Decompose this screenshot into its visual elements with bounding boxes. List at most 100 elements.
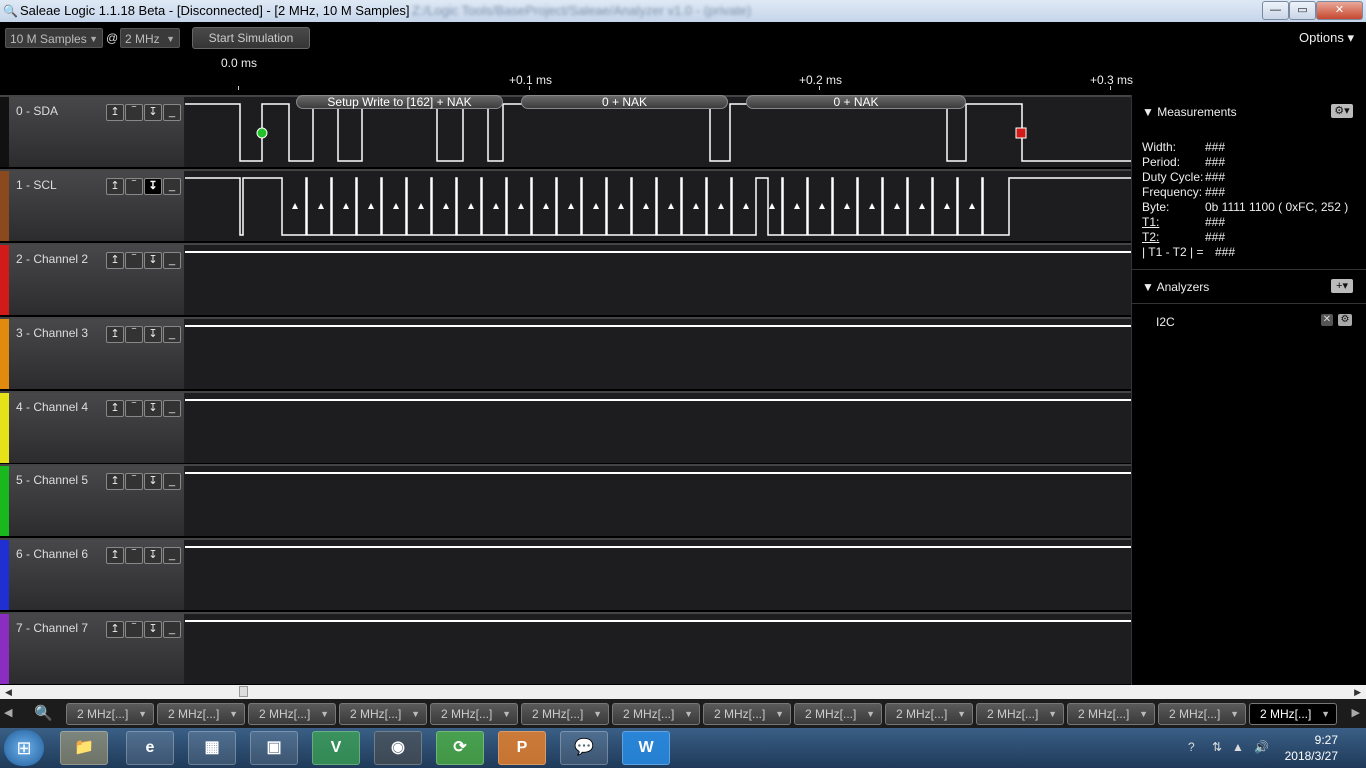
trigger-falling-icon[interactable]: ↧ [144, 473, 162, 490]
restore-button[interactable]: ▭ [1289, 1, 1316, 20]
waveform-channel-6[interactable] [185, 540, 1131, 610]
gear-icon[interactable]: ⚙ [1338, 314, 1352, 326]
trigger-low-icon[interactable]: _ [163, 178, 181, 195]
trigger-falling-icon[interactable]: ↧ [144, 326, 162, 343]
trigger-falling-icon[interactable]: ↧ [144, 104, 162, 121]
capture-tab[interactable]: 2 MHz[...] ▼ [976, 703, 1064, 725]
tabs-right-arrow-icon[interactable]: ▶ [1352, 706, 1360, 719]
trigger-low-icon[interactable]: _ [163, 104, 181, 121]
tabs-left-arrow-icon[interactable]: ◀ [4, 706, 12, 719]
search-icon[interactable]: 🔍 [34, 704, 53, 722]
trigger-low-icon[interactable]: _ [163, 621, 181, 638]
trigger-high-icon[interactable]: ‾ [125, 621, 143, 638]
trigger-high-icon[interactable]: ‾ [125, 326, 143, 343]
waveform-channel-5[interactable] [185, 466, 1131, 536]
capture-tab[interactable]: 2 MHz[...] ▼ [157, 703, 245, 725]
channel-row-7[interactable]: 7 - Channel 7 ↥ ‾ ↧ _ [0, 612, 1131, 684]
capture-tab[interactable]: 2 MHz[...] ▼ [66, 703, 154, 725]
minimize-button[interactable]: — [1262, 1, 1289, 20]
close-button[interactable]: ✕ [1316, 1, 1363, 20]
waveform-sda[interactable]: Setup Write to [162] + NAK 0 + NAK 0 + N… [185, 95, 1131, 167]
scroll-right-icon[interactable]: ▶ [1354, 685, 1361, 699]
trigger-rising-icon[interactable]: ↥ [106, 326, 124, 343]
trigger-rising-icon[interactable]: ↥ [106, 252, 124, 269]
trigger-high-icon[interactable]: ‾ [125, 104, 143, 121]
trigger-high-icon[interactable]: ‾ [125, 473, 143, 490]
channel-row-5[interactable]: 5 - Channel 5 ↥ ‾ ↧ _ [0, 464, 1131, 536]
analyzers-header[interactable]: ▼ Analyzers [1142, 280, 1209, 294]
add-analyzer-button[interactable]: +▾ [1331, 279, 1353, 293]
capture-tab[interactable]: 2 MHz[...] ▼ [339, 703, 427, 725]
trigger-high-icon[interactable]: ‾ [125, 178, 143, 195]
channel-row-4[interactable]: 4 - Channel 4 ↥ ‾ ↧ _ [0, 391, 1131, 463]
trigger-low-icon[interactable]: _ [163, 400, 181, 417]
capture-tab[interactable]: 2 MHz[...] ▼ [703, 703, 791, 725]
close-icon[interactable]: ✕ [1321, 314, 1333, 326]
trigger-falling-icon[interactable]: ↧ [144, 252, 162, 269]
network-icon[interactable]: ⇅ [1212, 740, 1222, 754]
capture-tab[interactable]: 2 MHz[...] ▼ [612, 703, 700, 725]
trigger-rising-icon[interactable]: ↥ [106, 621, 124, 638]
trigger-rising-icon[interactable]: ↥ [106, 178, 124, 195]
keil-uvision-icon[interactable]: V [312, 731, 360, 765]
trigger-falling-icon[interactable]: ↧ [144, 547, 162, 564]
analyzer-item-i2c[interactable]: I2C [1156, 315, 1175, 329]
scrollbar-thumb[interactable] [239, 686, 248, 697]
channel-row-2[interactable]: 2 - Channel 2 ↥ ‾ ↧ _ [0, 243, 1131, 315]
trigger-low-icon[interactable]: _ [163, 473, 181, 490]
channel-row-3[interactable]: 3 - Channel 3 ↥ ‾ ↧ _ [0, 317, 1131, 389]
waveform-channel-4[interactable] [185, 393, 1131, 463]
decode-bubble[interactable]: Setup Write to [162] + NAK [296, 95, 503, 109]
start-simulation-button[interactable]: Start Simulation [192, 27, 310, 49]
trigger-rising-icon[interactable]: ↥ [106, 473, 124, 490]
trigger-rising-icon[interactable]: ↥ [106, 547, 124, 564]
capture-tab[interactable]: 2 MHz[...] ▼ [885, 703, 973, 725]
trigger-low-icon[interactable]: _ [163, 252, 181, 269]
channel-row-1[interactable]: 1 - SCL ↥ ‾ ↧ _ [0, 169, 1131, 241]
measurement-label[interactable]: T2: [1142, 230, 1159, 244]
waveform-channel-2[interactable] [185, 245, 1131, 315]
channel-row-0[interactable]: 0 - SDA ↥ ‾ ↧ _ Setup Write to [162] + N… [0, 95, 1131, 167]
trigger-high-icon[interactable]: ‾ [125, 252, 143, 269]
trigger-high-icon[interactable]: ‾ [125, 400, 143, 417]
trigger-low-icon[interactable]: _ [163, 547, 181, 564]
help-icon[interactable]: ? [1188, 740, 1195, 754]
capture-tab[interactable]: 2 MHz[...] ▼ [521, 703, 609, 725]
samples-dropdown[interactable]: 10 M Samples ▼ [5, 28, 103, 48]
horizontal-scrollbar[interactable]: ◀ ▶ [0, 685, 1366, 699]
trigger-falling-icon[interactable]: ↧ [144, 400, 162, 417]
trigger-low-icon[interactable]: _ [163, 326, 181, 343]
start-button[interactable]: ⊞ [4, 730, 44, 766]
measurement-t2[interactable]: T2: ### [1142, 230, 1225, 244]
capture-tab[interactable]: 2 MHz[...] ▼ [1067, 703, 1155, 725]
trigger-falling-icon[interactable]: ↧ [144, 621, 162, 638]
capture-tab[interactable]: 2 MHz[...] ▼ [1158, 703, 1246, 725]
trigger-rising-icon[interactable]: ↥ [106, 400, 124, 417]
decode-bubble[interactable]: 0 + NAK [746, 95, 966, 109]
volume-icon[interactable]: 🔊 [1254, 740, 1269, 754]
wechat-icon[interactable]: 💬 [560, 731, 608, 765]
waveform-scl[interactable] [185, 171, 1131, 241]
measurement-t1[interactable]: T1: ### [1142, 215, 1225, 229]
options-menu[interactable]: Options ▾ [1299, 30, 1354, 46]
waveform-channel-3[interactable] [185, 319, 1131, 389]
capture-tab[interactable]: 2 MHz[...] ▼ [248, 703, 336, 725]
explorer-icon[interactable]: 📁 [60, 731, 108, 765]
gear-icon[interactable]: ⚙▾ [1331, 104, 1353, 118]
decode-bubble[interactable]: 0 + NAK [521, 95, 728, 109]
trigger-falling-icon[interactable]: ↧ [144, 178, 162, 195]
tray-expand-icon[interactable]: ▲ [1232, 740, 1244, 754]
capture-tab[interactable]: 2 MHz[...] ▼ [430, 703, 518, 725]
channel-row-6[interactable]: 6 - Channel 6 ↥ ‾ ↧ _ [0, 538, 1131, 610]
measurements-header[interactable]: ▼ Measurements [1142, 105, 1237, 119]
trigger-rising-icon[interactable]: ↥ [106, 104, 124, 121]
internet-explorer-icon[interactable]: e [126, 731, 174, 765]
wps-icon[interactable]: W [622, 731, 670, 765]
scroll-left-icon[interactable]: ◀ [5, 685, 12, 699]
pdf-reader-icon[interactable]: P [498, 731, 546, 765]
saleae-logic-icon[interactable]: ◉ [374, 731, 422, 765]
calculator-icon[interactable]: ▦ [188, 731, 236, 765]
measurement-label[interactable]: T1: [1142, 215, 1159, 229]
capture-tab[interactable]: 2 MHz[...] ▼ [1249, 703, 1337, 725]
rate-dropdown[interactable]: 2 MHz ▼ [120, 28, 180, 48]
